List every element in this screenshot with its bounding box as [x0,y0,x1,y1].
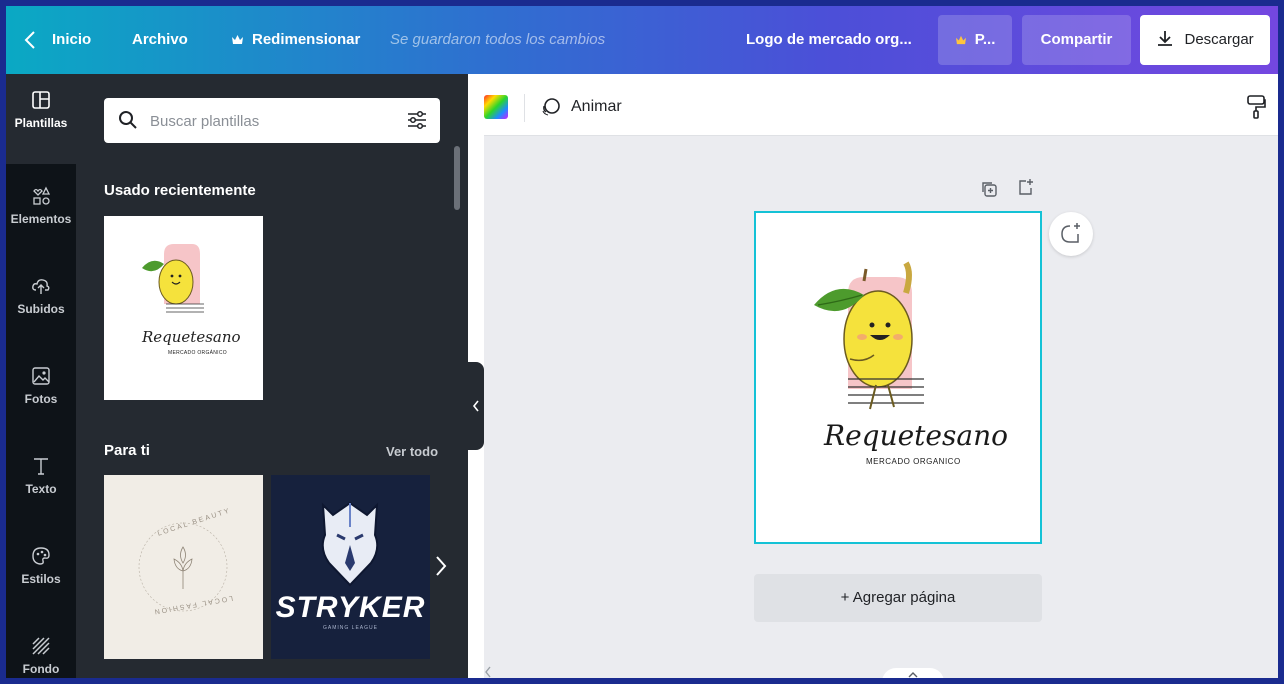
thumb-tagline: GAMING LEAGUE [323,625,378,631]
rail-label: Fondo [22,662,60,676]
rail-item-templates[interactable]: Plantillas [6,74,76,164]
rail-label: Plantillas [14,116,68,130]
logo-brand-text[interactable]: Requetesano [824,419,1008,452]
rail-label: Elementos [10,212,72,226]
template-thumbnail[interactable]: STRYKER GAMING LEAGUE [271,475,430,659]
comment-button[interactable] [1049,212,1093,256]
lemon-logo-image [814,261,924,410]
wolf-logo-image [321,501,379,587]
templates-icon [32,91,50,109]
photos-icon [32,367,50,385]
filter-icon[interactable] [406,109,428,131]
top-bar: Inicio Archivo Redimensionar Se guardaro… [6,6,1278,74]
toolbar-divider [524,94,525,122]
floral-logo-image [138,522,228,612]
add-page-button[interactable]: + Agregar página [754,574,1042,622]
crown-icon [955,35,966,45]
download-button[interactable]: Descargar [1140,15,1270,65]
crown-icon [231,28,244,52]
color-picker-button[interactable] [484,95,508,119]
share-button[interactable]: Compartir [1022,15,1131,65]
animate-icon[interactable] [540,96,562,118]
rail-item-background[interactable]: Fondo [6,620,76,678]
lemon-logo-image [142,244,204,313]
add-comment-icon [1061,223,1080,243]
elements-icon [33,186,51,205]
design-page[interactable]: Requetesano MERCADO ORGANICO [754,211,1042,544]
chevron-left-icon [472,400,479,412]
search-box[interactable] [104,98,440,143]
download-label: Descargar [1184,31,1254,48]
for-you-section-title: Para ti [104,442,150,459]
thumb-brand: STRYKER [275,591,426,624]
template-thumbnail[interactable]: Requetesano MERCADO ORGÁNICO [104,216,263,400]
rail-label: Estilos [21,572,61,586]
editor-toolbar: Animar [484,74,1278,136]
file-menu[interactable]: Archivo [132,28,188,52]
editor-area: Animar Requetesano MERCADO ORGANICO + Ag… [484,74,1278,678]
rail-item-text[interactable]: Texto [6,440,76,530]
recent-section-title: Usado recientemente [104,182,256,199]
rail-label: Fotos [24,392,58,406]
pro-label: P... [974,31,996,48]
rail-label: Texto [25,482,57,496]
styles-icon [32,547,50,565]
rail-item-elements[interactable]: Elementos [6,170,76,260]
logo-tagline-text[interactable]: MERCADO ORGANICO [866,457,961,466]
search-input[interactable] [150,110,390,132]
panel-scrollbar[interactable] [454,146,460,210]
app-window: Inicio Archivo Redimensionar Se guardaro… [6,6,1278,678]
thumb-brand: Requetesano [142,328,241,346]
rail-item-uploads[interactable]: Subidos [6,260,76,350]
rail-item-styles[interactable]: Estilos [6,530,76,620]
chevron-left-icon[interactable] [24,30,36,50]
pages-drawer-handle[interactable] [882,668,944,678]
document-title[interactable]: Logo de mercado org... [746,28,912,52]
thumb-tagline: MERCADO ORGÁNICO [168,350,227,356]
rail-item-photos[interactable]: Fotos [6,350,76,440]
text-icon [34,458,48,475]
uploads-icon [32,279,50,294]
format-painter-icon[interactable] [1246,94,1266,120]
resize-button[interactable]: Redimensionar [252,28,360,52]
pro-button[interactable]: P... [938,15,1012,65]
animate-button[interactable]: Animar [571,98,622,116]
rail-label: Subidos [17,302,65,316]
download-icon [1158,31,1173,46]
add-page-icon[interactable] [1017,178,1035,196]
template-thumbnail[interactable]: LOCAL BEAUTY LOCAL FASHION [104,475,263,659]
templates-panel: Usado recientemente Requetesano MERCADO … [76,74,468,678]
duplicate-page-icon[interactable] [980,180,998,198]
side-rail: Plantillas Elementos Subidos Fotos Texto… [6,74,76,678]
see-all-link[interactable]: Ver todo [386,444,438,459]
chevron-up-icon [908,672,918,678]
save-status: Se guardaron todos los cambios [390,31,606,48]
search-icon [119,111,137,129]
chevron-right-icon[interactable] [434,554,448,578]
panel-collapse-handle[interactable] [468,362,484,450]
background-icon [32,637,50,655]
home-link[interactable]: Inicio [52,28,91,52]
scroll-left-icon[interactable] [484,666,492,678]
